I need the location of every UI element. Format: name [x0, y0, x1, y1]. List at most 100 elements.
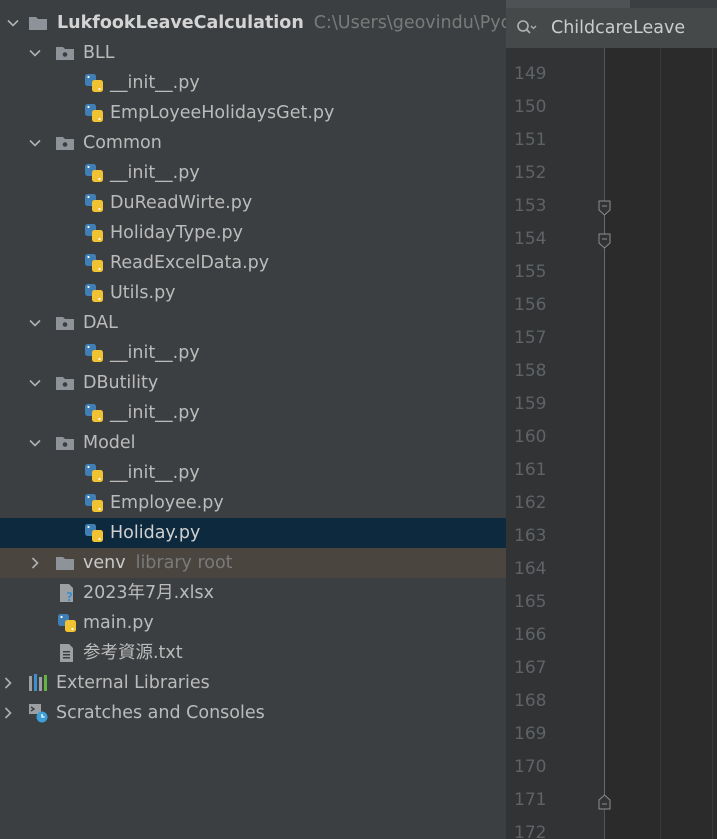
- tree-item-file[interactable]: __init__.py: [0, 458, 506, 488]
- tree-item-file[interactable]: ReadExcelData.py: [0, 248, 506, 278]
- line-number: 169: [514, 724, 547, 744]
- tree-label: DuReadWirte.py: [110, 193, 253, 213]
- tree-label: BLL: [83, 43, 115, 63]
- python-file-icon: [84, 523, 104, 543]
- python-file-icon: [84, 73, 104, 93]
- python-file-icon: [84, 343, 104, 363]
- folder-icon: [28, 13, 48, 33]
- line-number: 162: [514, 493, 547, 513]
- tree-item-external-libraries[interactable]: External Libraries: [0, 668, 506, 698]
- tree-item-bll[interactable]: BLL: [0, 38, 506, 68]
- tree-item-file[interactable]: ? 2023年7月.xlsx: [0, 578, 506, 608]
- tree-item-file[interactable]: main.py: [0, 608, 506, 638]
- tree-item-venv[interactable]: venv library root: [0, 548, 506, 578]
- tree-label: External Libraries: [56, 673, 210, 693]
- project-name: LukfookLeaveCalculation: [57, 13, 304, 33]
- tree-label: __init__.py: [110, 343, 200, 363]
- tree-label: DAL: [83, 313, 118, 333]
- line-number: 159: [514, 394, 547, 414]
- python-file-icon: [84, 403, 104, 423]
- chevron-down-icon[interactable]: [28, 316, 42, 330]
- tree-item-file-selected[interactable]: Holiday.py: [0, 518, 506, 548]
- scratches-icon: [28, 703, 48, 723]
- python-file-icon: [57, 613, 77, 633]
- tree-item-project-root[interactable]: LukfookLeaveCalculation C:\Users\geovindu…: [0, 8, 506, 38]
- line-number: 161: [514, 460, 547, 480]
- line-number: 157: [514, 328, 547, 348]
- tree-label: venv: [83, 553, 126, 573]
- indent-guide: [660, 48, 661, 839]
- tree-label: main.py: [83, 613, 154, 633]
- tree-item-dal[interactable]: DAL: [0, 308, 506, 338]
- tree-item-file[interactable]: __init__.py: [0, 158, 506, 188]
- svg-text:?: ?: [66, 590, 73, 603]
- line-number: 164: [514, 559, 547, 579]
- python-file-icon: [84, 283, 104, 303]
- chevron-right-icon[interactable]: [28, 556, 42, 570]
- line-number: 160: [514, 427, 547, 447]
- tree-item-file[interactable]: 参考資源.txt: [0, 638, 506, 668]
- libraries-icon: [28, 673, 48, 693]
- tree-label: Utils.py: [110, 283, 176, 303]
- tree-item-file[interactable]: HolidayType.py: [0, 218, 506, 248]
- line-number: 156: [514, 295, 547, 315]
- tree-item-file[interactable]: Employee.py: [0, 488, 506, 518]
- tree-label: Model: [83, 433, 136, 453]
- line-number: 153: [514, 196, 547, 216]
- tree-item-dbutility[interactable]: DButility: [0, 368, 506, 398]
- tree-item-common[interactable]: Common: [0, 128, 506, 158]
- search-input[interactable]: ChildcareLeave: [551, 8, 685, 48]
- folder-icon: [55, 553, 75, 573]
- package-folder-icon: [55, 373, 75, 393]
- tree-item-file[interactable]: __init__.py: [0, 398, 506, 428]
- tree-item-file[interactable]: __init__.py: [0, 68, 506, 98]
- tree-item-file[interactable]: DuReadWirte.py: [0, 188, 506, 218]
- line-number: 155: [514, 262, 547, 282]
- python-file-icon: [84, 223, 104, 243]
- tree-item-file[interactable]: __init__.py: [0, 338, 506, 368]
- tree-item-file[interactable]: EmpLoyeeHolidaysGet.py: [0, 98, 506, 128]
- code-area[interactable]: [605, 48, 717, 839]
- tree-label: DButility: [83, 373, 159, 393]
- line-number: 152: [514, 163, 547, 183]
- chevron-down-icon[interactable]: [28, 376, 42, 390]
- tree-label: Holiday.py: [110, 523, 201, 543]
- fold-end-marker-icon[interactable]: [598, 794, 611, 810]
- line-number: 172: [514, 823, 547, 839]
- python-file-icon: [84, 103, 104, 123]
- fold-marker-icon[interactable]: [598, 233, 611, 249]
- tree-label: __init__.py: [110, 463, 200, 483]
- package-folder-icon: [55, 313, 75, 333]
- package-folder-icon: [55, 43, 75, 63]
- python-file-icon: [84, 493, 104, 513]
- chevron-down-icon[interactable]: [28, 46, 42, 60]
- project-path: C:\Users\geovindu\Pycha: [313, 13, 506, 33]
- search-icon[interactable]: [516, 18, 538, 38]
- search-bar[interactable]: ChildcareLeave: [506, 8, 717, 48]
- line-number: 149: [514, 64, 547, 84]
- chevron-right-icon[interactable]: [1, 706, 15, 720]
- chevron-right-icon[interactable]: [1, 676, 15, 690]
- tree-label: 2023年7月.xlsx: [83, 583, 214, 603]
- python-file-icon: [84, 163, 104, 183]
- tree-item-file[interactable]: Utils.py: [0, 278, 506, 308]
- indent-guide: [712, 48, 713, 839]
- line-number-gutter: 149 150 151 152 153 154 155 156 157 158 159 160 161 1…: [506, 48, 604, 839]
- chevron-down-icon[interactable]: [6, 16, 20, 30]
- line-number: 167: [514, 658, 547, 678]
- active-tab[interactable]: [506, 0, 630, 8]
- chevron-down-icon[interactable]: [28, 436, 42, 450]
- tree-item-scratches[interactable]: Scratches and Consoles: [0, 698, 506, 728]
- tree-item-model[interactable]: Model: [0, 428, 506, 458]
- chevron-down-icon[interactable]: [28, 136, 42, 150]
- line-number: 166: [514, 625, 547, 645]
- tree-label: HolidayType.py: [110, 223, 244, 243]
- line-number: 168: [514, 691, 547, 711]
- python-file-icon: [84, 193, 104, 213]
- tree-label: Scratches and Consoles: [56, 703, 265, 723]
- fold-marker-icon[interactable]: [598, 200, 611, 216]
- python-file-icon: [84, 253, 104, 273]
- tab-strip: [506, 0, 717, 8]
- line-number: 165: [514, 592, 547, 612]
- line-number: 171: [514, 790, 547, 810]
